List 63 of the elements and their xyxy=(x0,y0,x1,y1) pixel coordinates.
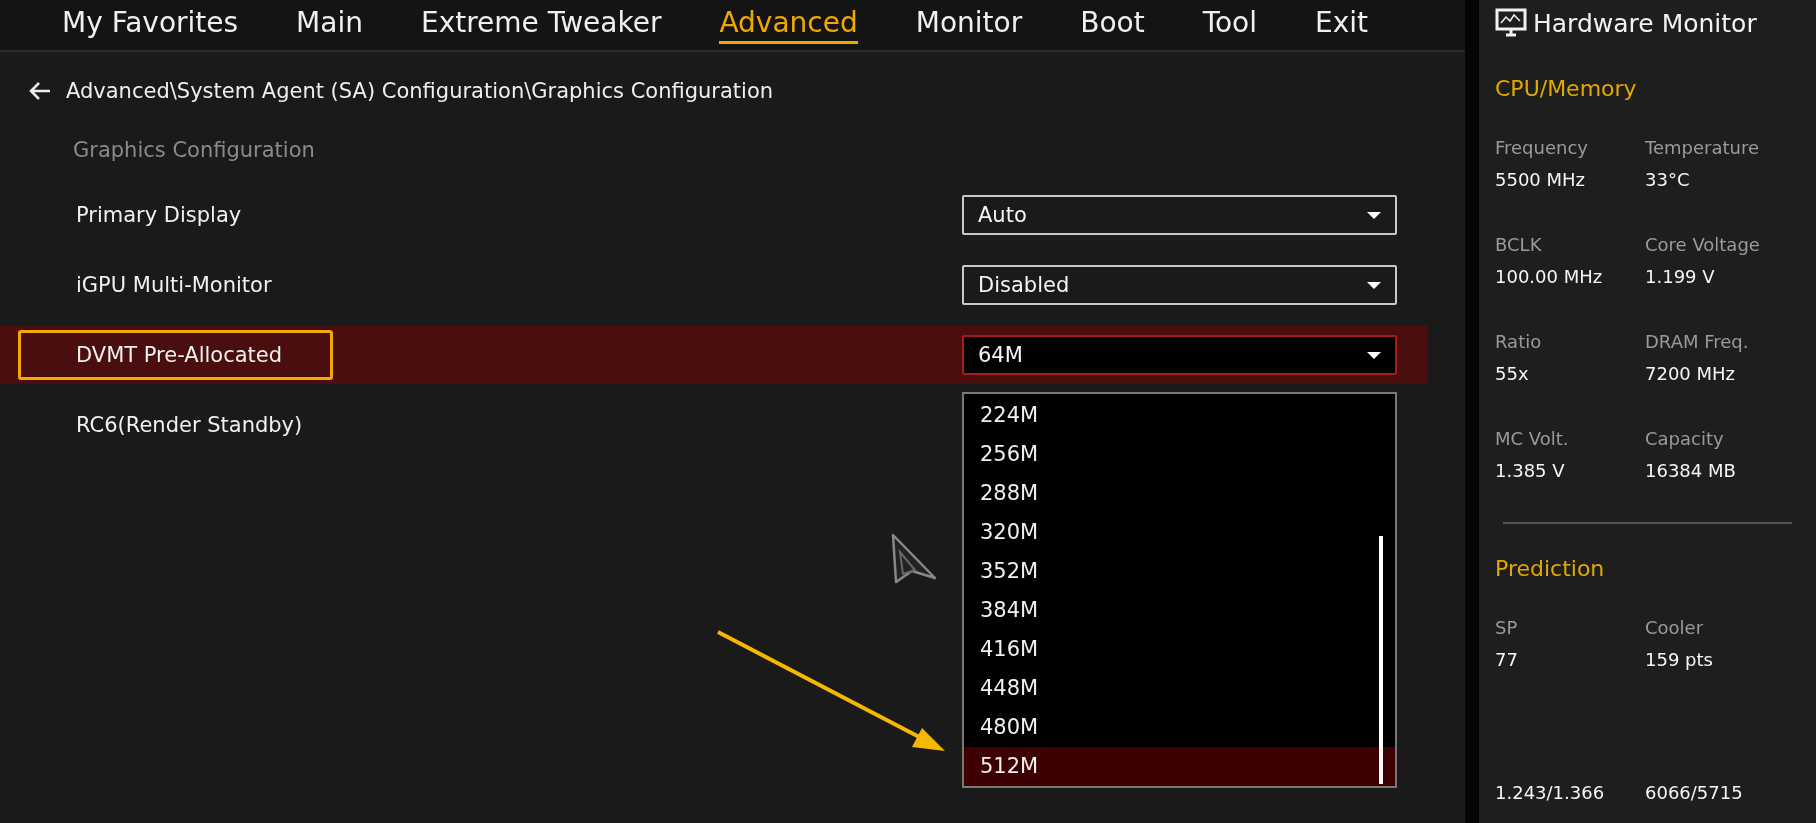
metric-label: SP xyxy=(1495,617,1519,640)
caret-icon xyxy=(1367,351,1381,359)
dropdown-option[interactable]: 256M xyxy=(964,435,1395,474)
metric-value: 100.00 MHz xyxy=(1495,266,1604,287)
menu-tab[interactable]: My Favorites xyxy=(62,6,239,44)
back-arrow-icon[interactable] xyxy=(28,81,52,101)
dropdown-option[interactable]: 288M xyxy=(964,474,1395,513)
setting-row[interactable]: iGPU Multi-Monitor Disabled xyxy=(0,256,1428,314)
metric-value: 77 xyxy=(1495,649,1519,670)
dropdown-option[interactable]: 512M xyxy=(964,747,1395,786)
menu-tab[interactable]: Exit xyxy=(1315,6,1369,44)
setting-row[interactable]: RC6(Render Standby) xyxy=(0,396,385,454)
setting-row[interactable]: Primary Display Auto xyxy=(0,186,1428,244)
dropdown-option[interactable]: 416M xyxy=(964,630,1395,669)
dropdown-option[interactable]: 384M xyxy=(964,591,1395,630)
metric-label: DRAM Freq. xyxy=(1645,331,1750,354)
section-heading: Prediction xyxy=(1495,556,1606,581)
scrollbar[interactable] xyxy=(1379,536,1383,784)
metric-value: 159 pts xyxy=(1645,649,1714,670)
menu-tab[interactable]: Tool xyxy=(1202,6,1258,44)
menu-tab[interactable]: Monitor xyxy=(915,6,1023,44)
metric-label: MC Volt. xyxy=(1495,428,1570,451)
menu-tab[interactable]: Boot xyxy=(1080,6,1145,44)
panel-title: Hardware Monitor xyxy=(1533,8,1757,38)
menu-tab[interactable]: Main xyxy=(296,6,363,44)
dropdown-option[interactable]: 352M xyxy=(964,552,1395,591)
setting-row[interactable]: DVMT Pre-Allocated 64M xyxy=(0,326,1428,384)
caret-icon xyxy=(1367,211,1381,219)
menu-tab[interactable]: Extreme Tweaker xyxy=(420,6,662,44)
metric-value: 1.385 V xyxy=(1495,460,1566,481)
dropdown-field[interactable]: Auto xyxy=(962,195,1397,235)
setting-label[interactable]: DVMT Pre-Allocated xyxy=(18,330,334,380)
menu-tab[interactable]: Advanced xyxy=(719,6,858,44)
metric-value: 16384 MB xyxy=(1645,460,1737,481)
metric-label: Capacity xyxy=(1645,428,1725,451)
metric-value: 55x xyxy=(1495,363,1530,384)
section-heading: CPU/Memory xyxy=(1495,76,1638,101)
dropdown-option[interactable]: 224M xyxy=(964,396,1395,435)
metric-value: 33°C xyxy=(1645,169,1691,190)
metric-label: Ratio xyxy=(1495,331,1543,354)
section-title: Graphics Configuration xyxy=(72,137,316,164)
metric-label: Core Voltage xyxy=(1645,234,1761,257)
metric-value: 1.243/1.366 xyxy=(1495,782,1606,803)
metric-value: 6066/5715 xyxy=(1645,782,1744,803)
setting-label[interactable]: Primary Display xyxy=(18,190,293,240)
metric-label: Temperature xyxy=(1645,137,1761,160)
monitor-icon xyxy=(1495,8,1527,38)
metric-value: 1.199 V xyxy=(1645,266,1716,287)
dropdown-option[interactable]: 448M xyxy=(964,669,1395,708)
dropdown-option[interactable]: 320M xyxy=(964,513,1395,552)
metric-label: Cooler xyxy=(1645,617,1705,640)
dropdown-option[interactable]: 480M xyxy=(964,708,1395,747)
cursor-icon xyxy=(891,533,937,584)
metric-label: BCLK xyxy=(1495,234,1543,257)
metric-value: 7200 MHz xyxy=(1645,363,1737,384)
dropdown-field[interactable]: Disabled xyxy=(962,265,1397,305)
metric-label: Frequency xyxy=(1495,137,1589,160)
setting-label[interactable]: iGPU Multi-Monitor xyxy=(18,260,323,310)
breadcrumb-path: Advanced\System Agent (SA) Configuration\Graphics Configuration xyxy=(66,79,774,103)
caret-icon xyxy=(1367,281,1381,289)
dropdown-field[interactable]: 64M xyxy=(962,335,1397,375)
setting-label[interactable]: RC6(Render Standby) xyxy=(18,400,354,450)
metric-value: 5500 MHz xyxy=(1495,169,1587,190)
